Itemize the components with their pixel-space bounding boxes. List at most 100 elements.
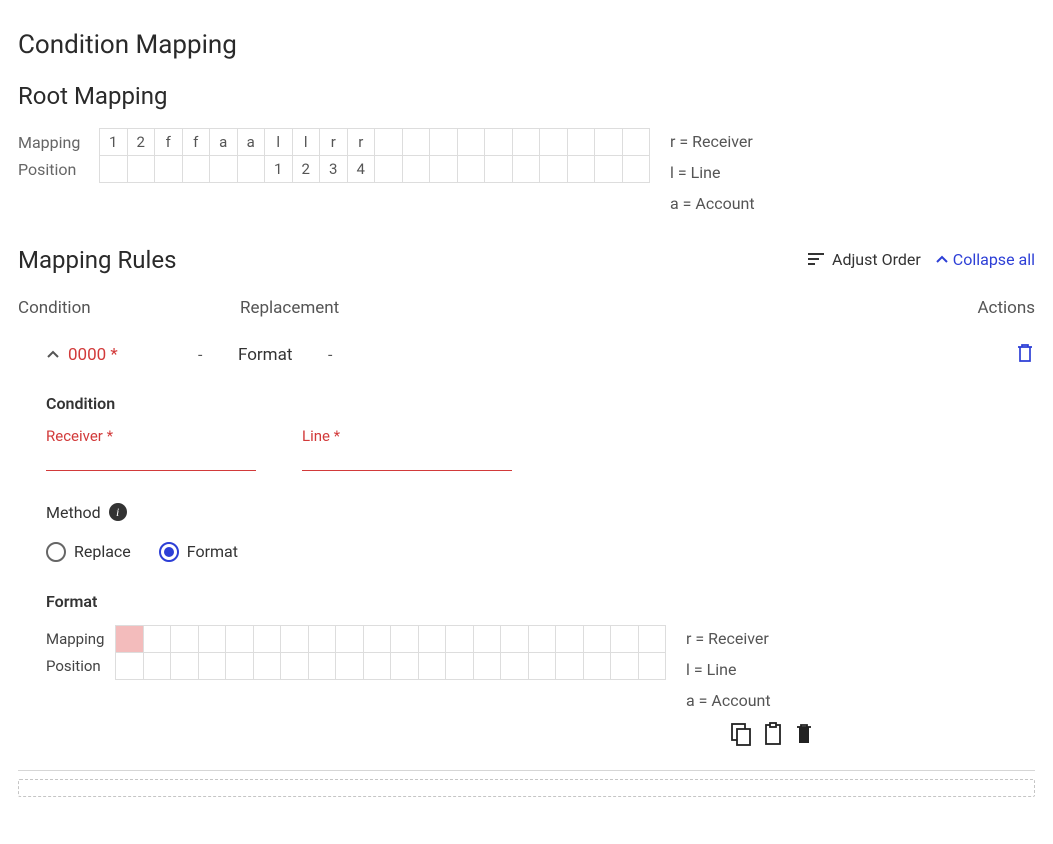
- grid-cell[interactable]: a: [209, 128, 238, 156]
- grid-cell[interactable]: [115, 652, 144, 680]
- grid-cell[interactable]: [170, 625, 199, 653]
- grid-cell[interactable]: [374, 128, 403, 156]
- grid-cell[interactable]: [143, 625, 172, 653]
- grid-cell[interactable]: [182, 155, 211, 183]
- grid-cell[interactable]: [280, 625, 309, 653]
- grid-cell[interactable]: [253, 625, 282, 653]
- root-mapping-cells[interactable]: 12ffaallrr: [100, 128, 650, 156]
- grid-cell[interactable]: [445, 625, 474, 653]
- grid-cell[interactable]: [418, 625, 447, 653]
- grid-cell[interactable]: [429, 155, 458, 183]
- grid-cell[interactable]: [638, 625, 667, 653]
- grid-cell[interactable]: [457, 128, 486, 156]
- grid-cell[interactable]: [583, 652, 612, 680]
- rule-collapse-toggle[interactable]: [46, 348, 68, 362]
- grid-cell[interactable]: [308, 652, 337, 680]
- grid-cell[interactable]: [610, 652, 639, 680]
- grid-cell[interactable]: r: [347, 128, 376, 156]
- copy-button[interactable]: [730, 722, 752, 746]
- grid-cell[interactable]: [209, 155, 238, 183]
- grid-cell[interactable]: [170, 652, 199, 680]
- receiver-input[interactable]: [46, 447, 256, 471]
- grid-cell[interactable]: [555, 625, 584, 653]
- paste-button[interactable]: [762, 722, 784, 746]
- grid-cell[interactable]: [484, 155, 513, 183]
- grid-cell[interactable]: [198, 652, 227, 680]
- grid-cell[interactable]: [390, 652, 419, 680]
- adjust-order-button[interactable]: Adjust Order: [808, 250, 921, 269]
- grid-cell[interactable]: [457, 155, 486, 183]
- grid-cell[interactable]: [280, 652, 309, 680]
- line-input[interactable]: [302, 447, 512, 471]
- grid-cell[interactable]: [539, 128, 568, 156]
- grid-cell[interactable]: [363, 625, 392, 653]
- grid-cell[interactable]: [402, 128, 431, 156]
- grid-cell[interactable]: [418, 652, 447, 680]
- grid-cell[interactable]: [402, 155, 431, 183]
- grid-cell[interactable]: r: [319, 128, 348, 156]
- grid-cell[interactable]: [528, 625, 557, 653]
- grid-cell[interactable]: [143, 652, 172, 680]
- grid-cell[interactable]: [594, 128, 623, 156]
- grid-cell[interactable]: [484, 128, 513, 156]
- grid-cell[interactable]: 3: [319, 155, 348, 183]
- grid-cell[interactable]: [539, 155, 568, 183]
- grid-cell[interactable]: [237, 155, 266, 183]
- grid-cell[interactable]: [610, 625, 639, 653]
- root-position-cells[interactable]: 1234: [100, 155, 650, 183]
- grid-cell[interactable]: [99, 155, 128, 183]
- grid-cell[interactable]: [198, 625, 227, 653]
- grid-cell[interactable]: [473, 625, 502, 653]
- format-section: Mapping Position r = Receiverl = Linea =…: [46, 625, 1035, 715]
- grid-cell[interactable]: [445, 652, 474, 680]
- grid-cell[interactable]: [335, 652, 364, 680]
- legend-item: a = Account: [686, 687, 771, 714]
- grid-cell[interactable]: [594, 155, 623, 183]
- grid-cell[interactable]: [363, 652, 392, 680]
- grid-cell[interactable]: [429, 128, 458, 156]
- info-icon[interactable]: i: [109, 503, 127, 521]
- delete-format-button[interactable]: [794, 722, 814, 746]
- grid-cell[interactable]: 1: [264, 155, 293, 183]
- grid-cell[interactable]: [500, 652, 529, 680]
- grid-cell[interactable]: [567, 155, 596, 183]
- grid-cell[interactable]: [500, 625, 529, 653]
- grid-cell[interactable]: [374, 155, 403, 183]
- grid-cell[interactable]: [154, 155, 183, 183]
- grid-cell[interactable]: [512, 128, 541, 156]
- format-mapping-row-label: Mapping: [46, 630, 116, 648]
- grid-cell[interactable]: [225, 652, 254, 680]
- grid-cell[interactable]: [225, 625, 254, 653]
- grid-cell[interactable]: [583, 625, 612, 653]
- grid-cell[interactable]: [512, 155, 541, 183]
- grid-cell[interactable]: [555, 652, 584, 680]
- format-position-cells[interactable]: [116, 652, 666, 680]
- grid-cell[interactable]: [622, 128, 651, 156]
- grid-cell[interactable]: [528, 652, 557, 680]
- grid-cell[interactable]: f: [154, 128, 183, 156]
- grid-cell[interactable]: f: [182, 128, 211, 156]
- grid-cell[interactable]: [622, 155, 651, 183]
- method-format-radio[interactable]: Format: [159, 542, 238, 562]
- grid-cell[interactable]: 2: [127, 128, 156, 156]
- grid-cell[interactable]: [115, 625, 144, 653]
- grid-cell[interactable]: [253, 652, 282, 680]
- grid-cell[interactable]: [127, 155, 156, 183]
- grid-cell[interactable]: [638, 652, 667, 680]
- delete-rule-button[interactable]: [1015, 342, 1035, 364]
- grid-cell[interactable]: [567, 128, 596, 156]
- grid-cell[interactable]: 1: [99, 128, 128, 156]
- grid-cell[interactable]: [390, 625, 419, 653]
- method-replace-radio[interactable]: Replace: [46, 542, 131, 562]
- grid-cell[interactable]: a: [237, 128, 266, 156]
- grid-cell[interactable]: l: [264, 128, 293, 156]
- grid-cell[interactable]: [308, 625, 337, 653]
- grid-cell[interactable]: l: [292, 128, 321, 156]
- format-mapping-cells[interactable]: [116, 625, 666, 653]
- grid-cell[interactable]: [335, 625, 364, 653]
- grid-cell[interactable]: [473, 652, 502, 680]
- collapse-all-button[interactable]: Collapse all: [935, 250, 1035, 269]
- grid-cell[interactable]: 4: [347, 155, 376, 183]
- grid-cell[interactable]: 2: [292, 155, 321, 183]
- add-rule-dropzone[interactable]: [18, 779, 1035, 797]
